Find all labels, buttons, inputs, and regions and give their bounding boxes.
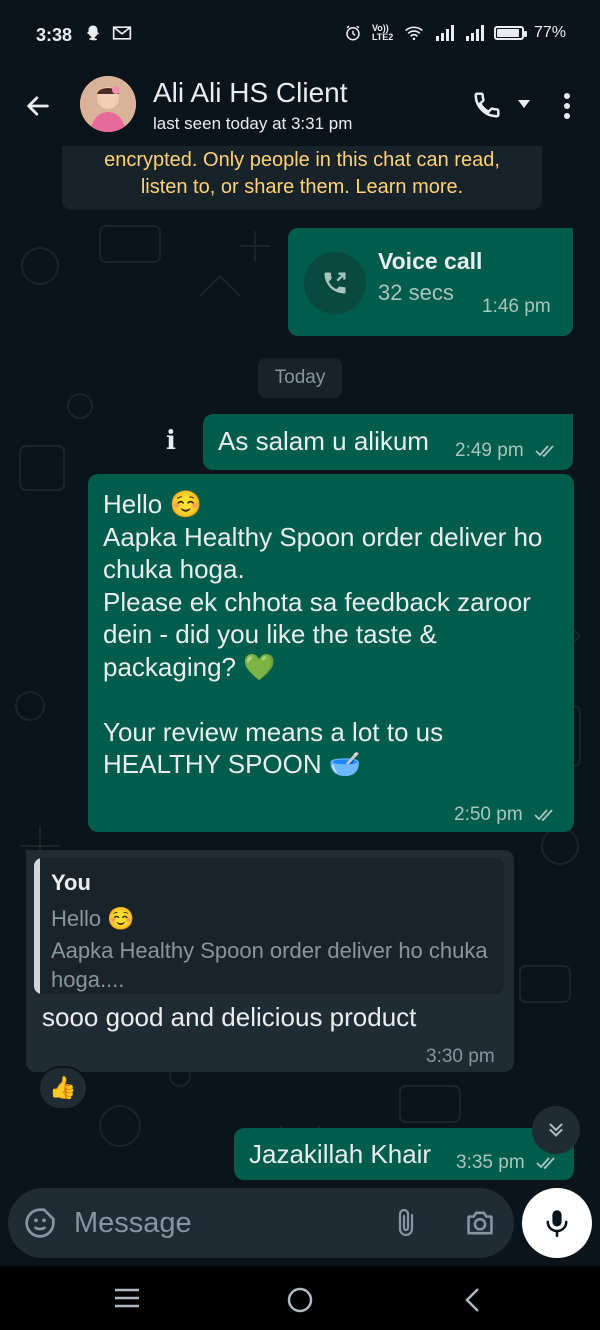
last-seen-status: last seen today at 3:31 pm xyxy=(153,114,353,133)
voice-call-message[interactable]: Voice call 32 secs 1:46 pm xyxy=(288,228,573,336)
call-log-icon-wrap xyxy=(304,252,366,314)
status-time: 3:38 xyxy=(36,25,73,45)
gmail-icon xyxy=(112,26,132,40)
encryption-notice-line-1: encrypted. Only people in this chat can … xyxy=(104,149,500,171)
date-divider: Today xyxy=(258,358,342,398)
message-text: As salam u alikum xyxy=(218,426,429,456)
camera-button[interactable] xyxy=(460,1204,500,1242)
call-options-button[interactable] xyxy=(514,94,534,114)
outgoing-message[interactable]: Hello ☺️ Aapka Healthy Spoon order deliv… xyxy=(88,474,574,832)
double-tick-icon xyxy=(534,809,553,822)
paperclip-icon xyxy=(398,1208,414,1237)
volte-icon: Vo)) LTE2 xyxy=(371,23,394,42)
voice-call-button[interactable] xyxy=(468,86,506,124)
encryption-notice-line-2: listen to, or share them. Learn more. xyxy=(140,176,464,198)
message-timestamp: 1:46 pm xyxy=(482,296,551,317)
status-bar: 3:38 Vo)) LTE2 77% xyxy=(0,0,600,72)
incoming-message[interactable]: You Hello ☺️ Aapka Healthy Spoon order d… xyxy=(26,850,514,1072)
message-text: Hello ☺️ Aapka Healthy Spoon order deliv… xyxy=(103,489,543,779)
message-text: Jazakillah Khair xyxy=(249,1139,432,1169)
outgoing-message[interactable]: As salam u alikum 2:49 pm xyxy=(203,414,573,470)
wifi-icon xyxy=(405,26,423,41)
message-input[interactable] xyxy=(74,1188,374,1258)
emoji-button[interactable] xyxy=(22,1205,58,1241)
alarm-icon xyxy=(346,25,360,41)
quote-text: Aapka Healthy Spoon order deliver ho chu… xyxy=(51,938,488,992)
quote-text: Hello ☺️ xyxy=(51,906,135,931)
contact-name[interactable]: Ali Ali HS Client xyxy=(153,77,348,109)
microphone-icon xyxy=(546,1210,568,1237)
message-timestamp: 2:50 pm xyxy=(454,804,523,825)
camera-icon xyxy=(467,1211,493,1235)
scroll-to-bottom-button[interactable] xyxy=(532,1106,580,1154)
message-timestamp: 2:49 pm xyxy=(455,440,524,461)
more-vert-icon xyxy=(564,93,570,119)
message-timestamp: 3:35 pm xyxy=(456,1152,525,1173)
double-tick-icon xyxy=(535,445,554,458)
system-navigation-bar xyxy=(0,1266,600,1330)
dropdown-icon xyxy=(518,100,530,108)
chat-area[interactable]: encrypted. Only people in this chat can … xyxy=(0,146,600,1190)
back-chevron-icon xyxy=(465,1288,479,1312)
menu-icon xyxy=(115,1288,139,1308)
voice-call-title: Voice call xyxy=(378,248,483,274)
thumbs-up-icon: 👍 xyxy=(49,1075,77,1100)
signal-icon xyxy=(465,25,484,41)
double-tick-icon xyxy=(536,1157,555,1170)
battery-icon xyxy=(493,26,527,40)
voice-call-duration: 32 secs xyxy=(378,280,454,305)
voice-message-button[interactable] xyxy=(522,1188,592,1258)
home-circle-icon xyxy=(287,1287,313,1313)
message-composer xyxy=(8,1188,514,1258)
message-text: sooo good and delicious product xyxy=(42,1002,417,1032)
snapchat-icon xyxy=(87,25,99,41)
outgoing-message[interactable]: Jazakillah Khair 3:35 pm xyxy=(234,1128,574,1180)
more-options-button[interactable] xyxy=(554,86,580,126)
home-button[interactable] xyxy=(284,1284,316,1316)
quoted-message[interactable]: You Hello ☺️ Aapka Healthy Spoon order d… xyxy=(34,858,504,994)
outgoing-call-icon xyxy=(324,272,346,294)
chat-header: Ali Ali HS Client last seen today at 3:3… xyxy=(0,72,600,146)
encryption-notice[interactable]: encrypted. Only people in this chat can … xyxy=(62,146,542,210)
message-timestamp: 3:30 pm xyxy=(426,1046,495,1067)
signal-icon xyxy=(435,25,454,41)
quote-bar xyxy=(34,858,40,994)
recent-apps-button[interactable] xyxy=(108,1284,146,1312)
info-icon[interactable]: i xyxy=(157,424,185,458)
reaction-badge[interactable]: 👍 xyxy=(38,1066,88,1110)
double-chevron-down-icon xyxy=(549,1123,563,1137)
back-button[interactable] xyxy=(18,86,58,126)
phone-icon xyxy=(474,92,500,118)
battery-percent: 77% xyxy=(533,24,566,41)
emoji-sticker-icon xyxy=(25,1208,55,1238)
quote-author: You xyxy=(51,870,91,895)
system-back-button[interactable] xyxy=(458,1284,486,1316)
avatar[interactable] xyxy=(80,76,136,132)
avatar-image xyxy=(80,76,136,132)
back-arrow-icon xyxy=(27,96,49,116)
attach-button[interactable] xyxy=(388,1204,424,1242)
